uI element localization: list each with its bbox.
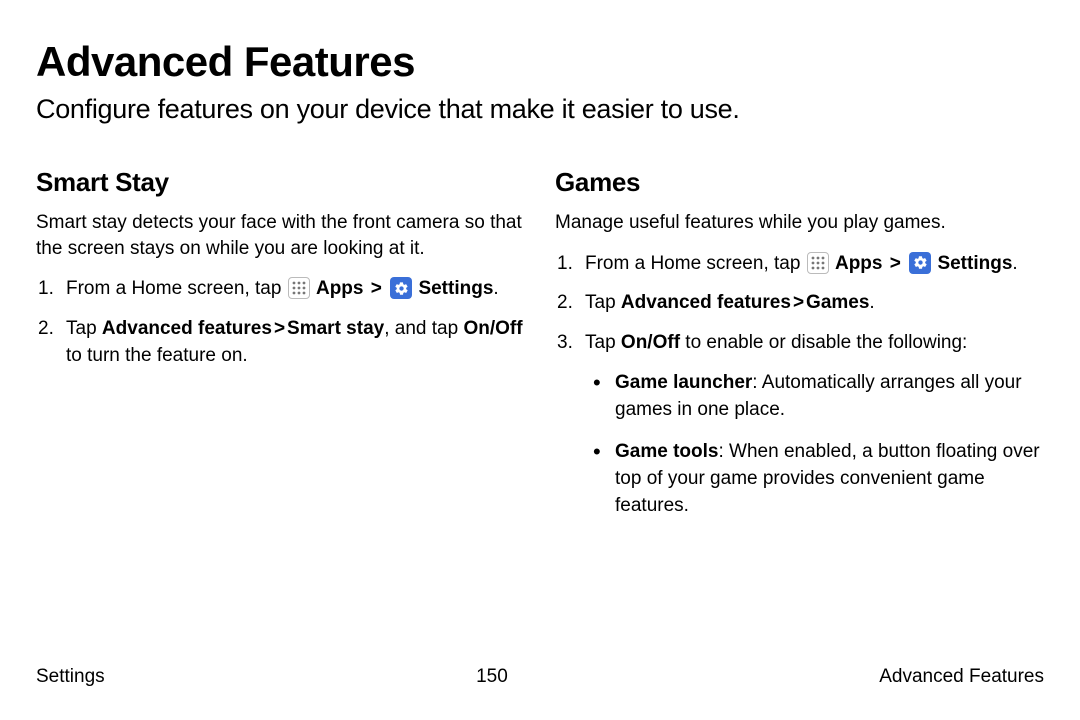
period: . bbox=[1012, 253, 1017, 274]
smart-stay-intro: Smart stay detects your face with the fr… bbox=[36, 210, 525, 261]
bullet-game-tools: Game tools: When enabled, a button float… bbox=[593, 439, 1044, 519]
bold-text: On/Off bbox=[621, 332, 680, 353]
settings-icon bbox=[390, 277, 412, 299]
games-step-3: Tap On/Off to enable or disable the foll… bbox=[555, 329, 1044, 520]
apps-label: Apps bbox=[835, 253, 883, 274]
settings-icon bbox=[909, 252, 931, 274]
footer-page-number: 150 bbox=[476, 666, 508, 688]
bold-text: On/Off bbox=[463, 318, 522, 339]
settings-label: Settings bbox=[937, 253, 1012, 274]
bold-text: Advanced features bbox=[102, 318, 272, 339]
period: . bbox=[493, 278, 498, 299]
apps-icon bbox=[288, 277, 310, 299]
column-smart-stay: Smart Stay Smart stay detects your face … bbox=[36, 167, 525, 535]
column-games: Games Manage useful features while you p… bbox=[555, 167, 1044, 535]
apps-label: Apps bbox=[316, 278, 364, 299]
apps-icon bbox=[807, 252, 829, 274]
page-title: Advanced Features bbox=[36, 38, 1044, 86]
step-text: Tap bbox=[585, 332, 621, 353]
content-columns: Smart Stay Smart stay detects your face … bbox=[36, 167, 1044, 535]
step-text: From a Home screen, tap bbox=[66, 278, 287, 299]
caret-icon: > bbox=[888, 253, 903, 274]
caret-icon: > bbox=[272, 318, 287, 339]
smart-stay-steps: From a Home screen, tap Apps > Settings.… bbox=[36, 275, 525, 370]
step-text: to turn the feature on. bbox=[66, 345, 248, 366]
footer-left: Settings bbox=[36, 666, 105, 688]
step-text: Tap bbox=[66, 318, 102, 339]
step-text: , and tap bbox=[384, 318, 463, 339]
bullet-game-launcher: Game launcher: Automatically arranges al… bbox=[593, 370, 1044, 423]
games-intro: Manage useful features while you play ga… bbox=[555, 210, 1044, 236]
games-bullets: Game launcher: Automatically arranges al… bbox=[585, 370, 1044, 519]
bold-text: Games bbox=[806, 292, 869, 313]
caret-icon: > bbox=[791, 292, 806, 313]
smart-stay-step-1: From a Home screen, tap Apps > Settings. bbox=[36, 275, 525, 303]
footer-right: Advanced Features bbox=[879, 666, 1044, 688]
step-text: From a Home screen, tap bbox=[585, 253, 806, 274]
caret-icon: > bbox=[369, 278, 384, 299]
bullet-label: Game launcher bbox=[615, 372, 752, 393]
smart-stay-heading: Smart Stay bbox=[36, 167, 525, 198]
bold-text: Smart stay bbox=[287, 318, 384, 339]
page-footer: Settings 150 Advanced Features bbox=[36, 666, 1044, 688]
settings-label: Settings bbox=[418, 278, 493, 299]
bold-text: Advanced features bbox=[621, 292, 791, 313]
games-steps: From a Home screen, tap Apps > Settings.… bbox=[555, 250, 1044, 520]
games-step-2: Tap Advanced features>Games. bbox=[555, 289, 1044, 317]
smart-stay-step-2: Tap Advanced features>Smart stay, and ta… bbox=[36, 315, 525, 370]
period: . bbox=[869, 292, 874, 313]
step-text: Tap bbox=[585, 292, 621, 313]
page-subtitle: Configure features on your device that m… bbox=[36, 94, 1044, 125]
games-heading: Games bbox=[555, 167, 1044, 198]
step-text: to enable or disable the following: bbox=[680, 332, 967, 353]
bullet-label: Game tools bbox=[615, 441, 718, 462]
games-step-1: From a Home screen, tap Apps > Settings. bbox=[555, 250, 1044, 278]
